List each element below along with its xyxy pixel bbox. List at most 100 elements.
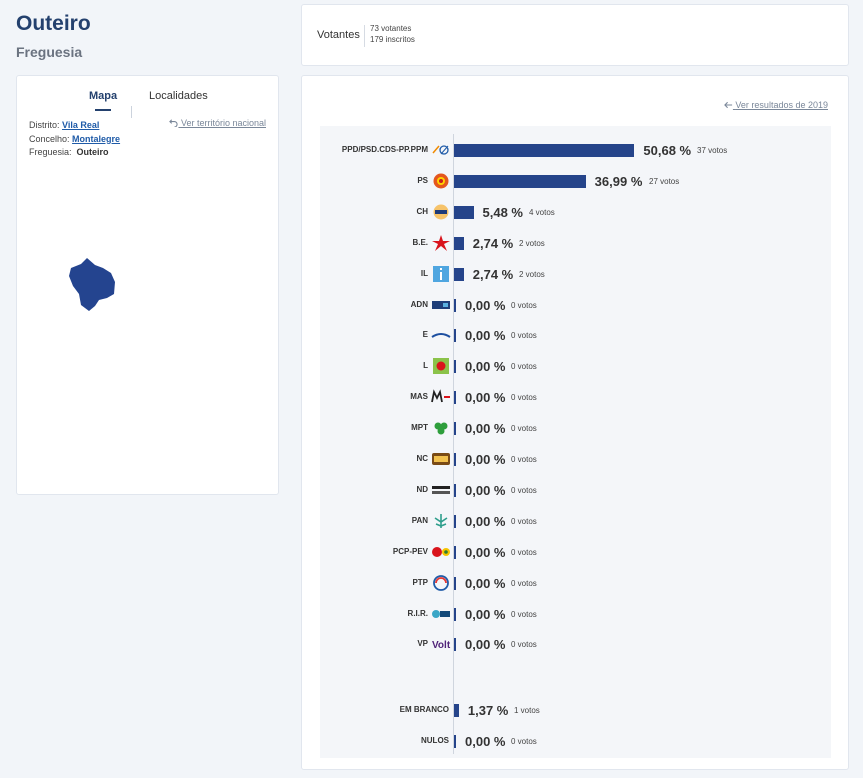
- result-bar: [454, 329, 456, 343]
- ch-logo: [431, 204, 451, 220]
- results-card: Ver resultados de 2019 PPD/PSD.CDS-PP.PP…: [301, 75, 849, 770]
- party-name: MAS: [410, 392, 428, 402]
- concelho-link[interactable]: Montalegre: [72, 134, 120, 144]
- result-percentage: 0,00 %: [465, 482, 506, 498]
- ver-resultados-2019-link[interactable]: Ver resultados de 2019: [724, 100, 828, 110]
- page-subtitle: Freguesia: [16, 44, 83, 60]
- result-percentage: 0,00 %: [465, 328, 506, 344]
- ver-territorio-nacional-link[interactable]: Ver território nacional: [169, 118, 266, 128]
- result-percentage: 0,00 %: [465, 452, 506, 467]
- result-votes: 0 votos: [511, 640, 537, 650]
- result-bar: [454, 298, 456, 312]
- result-row: PS 36,99 % 27 votos: [320, 173, 831, 189]
- result-votes: 37 votos: [697, 146, 728, 155]
- result-percentage: 0,00 %: [465, 544, 506, 560]
- ver-territorio-nacional-label: Ver território nacional: [180, 118, 266, 128]
- map-card: Mapa Localidades Distrito: Vila Real Con…: [16, 75, 279, 495]
- ver-resultados-2019-label: Ver resultados de 2019: [735, 100, 828, 110]
- votantes-counts: 73 votantes 179 inscritos: [370, 23, 415, 45]
- chart-axis-line: [453, 134, 454, 754]
- distrito-link[interactable]: Vila Real: [62, 120, 99, 130]
- result-bar: [454, 545, 456, 559]
- party-name: PS: [417, 175, 428, 185]
- result-percentage: 0,00 %: [465, 297, 506, 313]
- votantes-divider: [364, 25, 365, 47]
- result-votes: 2 votos: [519, 238, 545, 248]
- result-votes: 27 votos: [649, 176, 680, 186]
- result-row: CH 5,48 % 4 votos: [320, 204, 831, 220]
- pan-logo: [431, 513, 451, 529]
- page-title: Outeiro: [16, 12, 91, 35]
- result-votes: 0 votos: [511, 300, 537, 310]
- result-bar: [454, 638, 456, 652]
- result-row: L 0,00 % 0 votos: [320, 358, 831, 375]
- result-bar: [454, 483, 456, 497]
- party-name: ADN: [410, 299, 428, 309]
- ptp-logo: [431, 574, 451, 591]
- result-row: NC 0,00 % 0 votos: [320, 451, 831, 467]
- tab-separator: [131, 106, 132, 118]
- map-tabs: Mapa Localidades: [17, 90, 278, 118]
- result-bar: [454, 422, 456, 436]
- result-row: NULOS 0,00 % 0 votos: [320, 733, 831, 749]
- result-row: PPD/PSD.CDS-PP.PPM 50,68 % 37 votos: [320, 142, 831, 158]
- party-name: R.I.R.: [407, 608, 428, 618]
- party-name: E: [422, 330, 428, 340]
- result-votes: 1 votos: [514, 706, 540, 716]
- nc-logo: [431, 451, 451, 467]
- freguesia-map-shape[interactable]: [67, 258, 119, 312]
- result-percentage: 36,99 %: [594, 173, 643, 189]
- result-row: PAN 0,00 % 0 votos: [320, 513, 831, 529]
- nd-logo: [431, 482, 451, 498]
- result-percentage: 2,74 %: [472, 235, 514, 251]
- result-percentage: 1,37 %: [467, 703, 509, 719]
- result-bar: [454, 174, 586, 188]
- votantes-count: 73 votantes: [370, 24, 412, 33]
- votantes-card: Votantes 73 votantes 179 inscritos: [301, 4, 849, 66]
- ppd-psd-cds-ppm-logo: [431, 142, 451, 158]
- result-percentage: 5,48 %: [482, 204, 523, 220]
- undo-icon: [169, 119, 179, 128]
- result-votes: 0 votos: [511, 737, 537, 747]
- result-row: R.I.R. 0,00 % 0 votos: [320, 606, 831, 622]
- result-bar: [454, 735, 456, 749]
- mas-logo: [431, 389, 451, 405]
- result-votes: 0 votos: [511, 547, 537, 557]
- result-percentage: 0,00 %: [465, 637, 506, 653]
- arrow-left-icon: [724, 101, 733, 109]
- result-percentage: 0,00 %: [465, 734, 506, 750]
- party-name: B.E.: [412, 237, 428, 247]
- mpt-logo: [431, 420, 451, 436]
- result-bar: [454, 267, 464, 281]
- result-row: B.E. 2,74 % 2 votos: [320, 234, 831, 251]
- location-info: Distrito: Vila Real Concelho: Montalegre…: [29, 119, 120, 160]
- party-name: PAN: [411, 515, 428, 525]
- result-votes: 0 votos: [511, 331, 537, 341]
- result-row: PCP-PEV 0,00 % 0 votos: [320, 544, 831, 560]
- result-percentage: 0,00 %: [465, 359, 506, 375]
- party-name: IL: [420, 268, 428, 278]
- result-row: IL 2,74 % 2 votos: [320, 265, 831, 282]
- result-row: PTP 0,00 % 0 votos: [320, 574, 831, 591]
- result-row: EM BRANCO 1,37 % 1 votos: [320, 702, 831, 718]
- result-bar: [454, 576, 456, 590]
- pcp-pev-logo: [431, 544, 451, 560]
- result-percentage: 0,00 %: [465, 390, 506, 406]
- result-votes: 4 votos: [529, 207, 555, 217]
- result-votes: 2 votos: [519, 269, 545, 279]
- inscritos-count: 179 inscritos: [370, 35, 415, 44]
- result-row: MPT 0,00 % 0 votos: [320, 420, 831, 436]
- il-logo: [431, 265, 451, 282]
- tab-localidades[interactable]: Localidades: [149, 90, 208, 102]
- result-bar: [454, 236, 464, 250]
- freguesia-label: Freguesia:: [29, 147, 72, 157]
- tab-mapa[interactable]: Mapa: [89, 90, 117, 111]
- result-percentage: 0,00 %: [465, 513, 506, 529]
- result-bar: [454, 514, 456, 528]
- result-votes: 0 votos: [511, 455, 537, 464]
- result-row: MAS 0,00 % 0 votos: [320, 389, 831, 405]
- vp-logo: Volt: [431, 636, 451, 652]
- party-name: PCP-PEV: [392, 546, 428, 556]
- result-row: ND 0,00 % 0 votos: [320, 482, 831, 498]
- result-row: E 0,00 % 0 votos: [320, 327, 831, 343]
